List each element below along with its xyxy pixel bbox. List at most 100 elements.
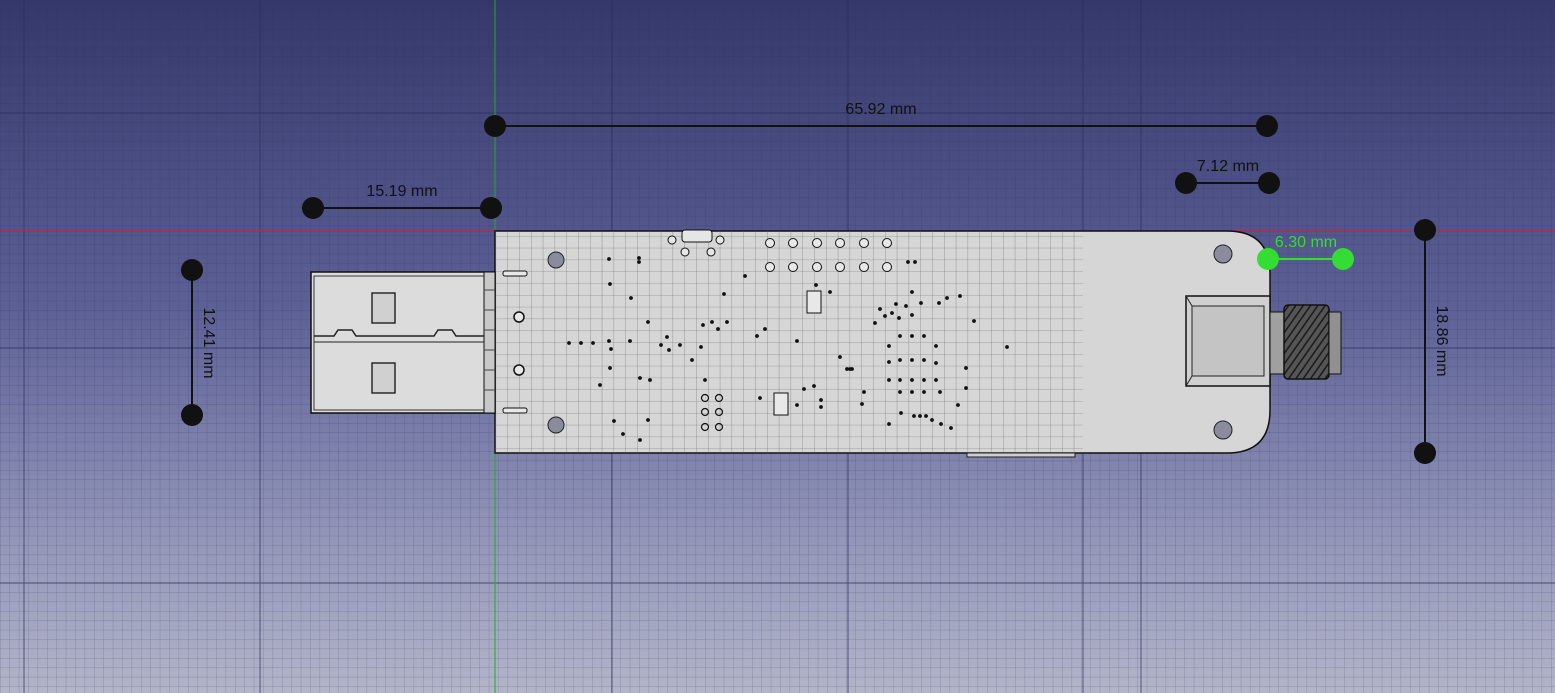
dimension-label: 18.86 mm [1433,305,1450,376]
via-dot [638,376,642,380]
via-dot [919,301,923,305]
via-dot [795,403,799,407]
via-dot [722,292,726,296]
via-dot [949,426,953,430]
mounting-hole [547,251,565,269]
via-dot [898,378,902,382]
smd-component [806,290,822,314]
via [882,238,892,248]
dimension-label: 6.30 mm [1275,234,1337,251]
via-dot [899,411,903,415]
via-dot [621,432,625,436]
via-dot [924,414,928,418]
via-dot [922,334,926,338]
via-dot [910,290,914,294]
via-dot [910,313,914,317]
via-dot [887,344,891,348]
via [882,262,892,272]
via-large [513,364,525,376]
via [765,238,775,248]
via-dot [890,311,894,315]
via-dot [646,320,650,324]
via-dot [758,396,762,400]
sma-connector[interactable] [1185,295,1342,387]
mounting-hole [547,416,565,434]
sma-thread [1283,304,1330,380]
via [788,238,798,248]
via-dot [904,304,908,308]
scene-canvas[interactable]: 65.92 mm 15.19 mm 7.12 mm 6.30 mm 12.41 … [0,0,1555,693]
via-dot [795,339,799,343]
via-dot [690,358,694,362]
via-dot [964,386,968,390]
dimension-label: 65.92 mm [845,101,916,118]
via-dot [860,402,864,406]
via-dot [819,405,823,409]
via [859,262,869,272]
pcb-board[interactable] [494,229,1271,458]
via-dot [922,358,926,362]
3d-viewport[interactable]: 65.92 mm 15.19 mm 7.12 mm 6.30 mm 12.41 … [0,0,1555,693]
via-dot [819,398,823,402]
via [812,238,822,248]
dimension-label: 7.12 mm [1197,158,1259,175]
via-dot [956,403,960,407]
via-dot [667,348,671,352]
via-dot [913,260,917,264]
via-dot [939,422,943,426]
via-large [513,311,525,323]
via-dot [703,378,707,382]
via-dot [922,390,926,394]
via-dot [629,296,633,300]
via-dot [898,390,902,394]
via-dot [648,378,652,382]
via-dot [862,390,866,394]
via [859,238,869,248]
mounting-hole [1213,244,1233,264]
usb-pad [502,270,528,277]
usb-contact-window [371,362,396,394]
via-dot [699,345,703,349]
via-dot [802,387,806,391]
via-dot [922,378,926,382]
via-dot [887,378,891,382]
via-dot [958,294,962,298]
via-dot [848,367,852,371]
via-dot [887,422,891,426]
via-dot [930,418,934,422]
via-dot [607,257,611,261]
via-dot [912,414,916,418]
mounting-hole [1213,420,1233,440]
via-dot [725,320,729,324]
via-dot [898,358,902,362]
via-dot [665,335,669,339]
via-dot [883,314,887,318]
dimension-label: 15.19 mm [366,183,437,200]
via [765,262,775,272]
via-dot [608,282,612,286]
dimension-label: 12.41 mm [200,307,217,378]
via-dot [579,341,583,345]
via-dot [628,339,632,343]
via-dot [607,339,611,343]
usb-connector[interactable] [310,271,496,414]
via-dot [934,378,938,382]
via-dot [906,260,910,264]
via-dot [828,290,832,294]
via-dot [814,283,818,287]
via-dot [934,361,938,365]
via-dot [964,366,968,370]
via-dot [812,384,816,388]
via-dot [743,274,747,278]
via-dot [897,316,901,320]
via-dot [701,323,705,327]
via-dot [910,378,914,382]
via-dot [591,341,595,345]
via-dot [763,327,767,331]
via-dot [898,334,902,338]
via-dot [716,327,720,331]
via-dot [910,358,914,362]
via-dot [598,383,602,387]
via-dot [567,341,571,345]
via-dot [659,343,663,347]
